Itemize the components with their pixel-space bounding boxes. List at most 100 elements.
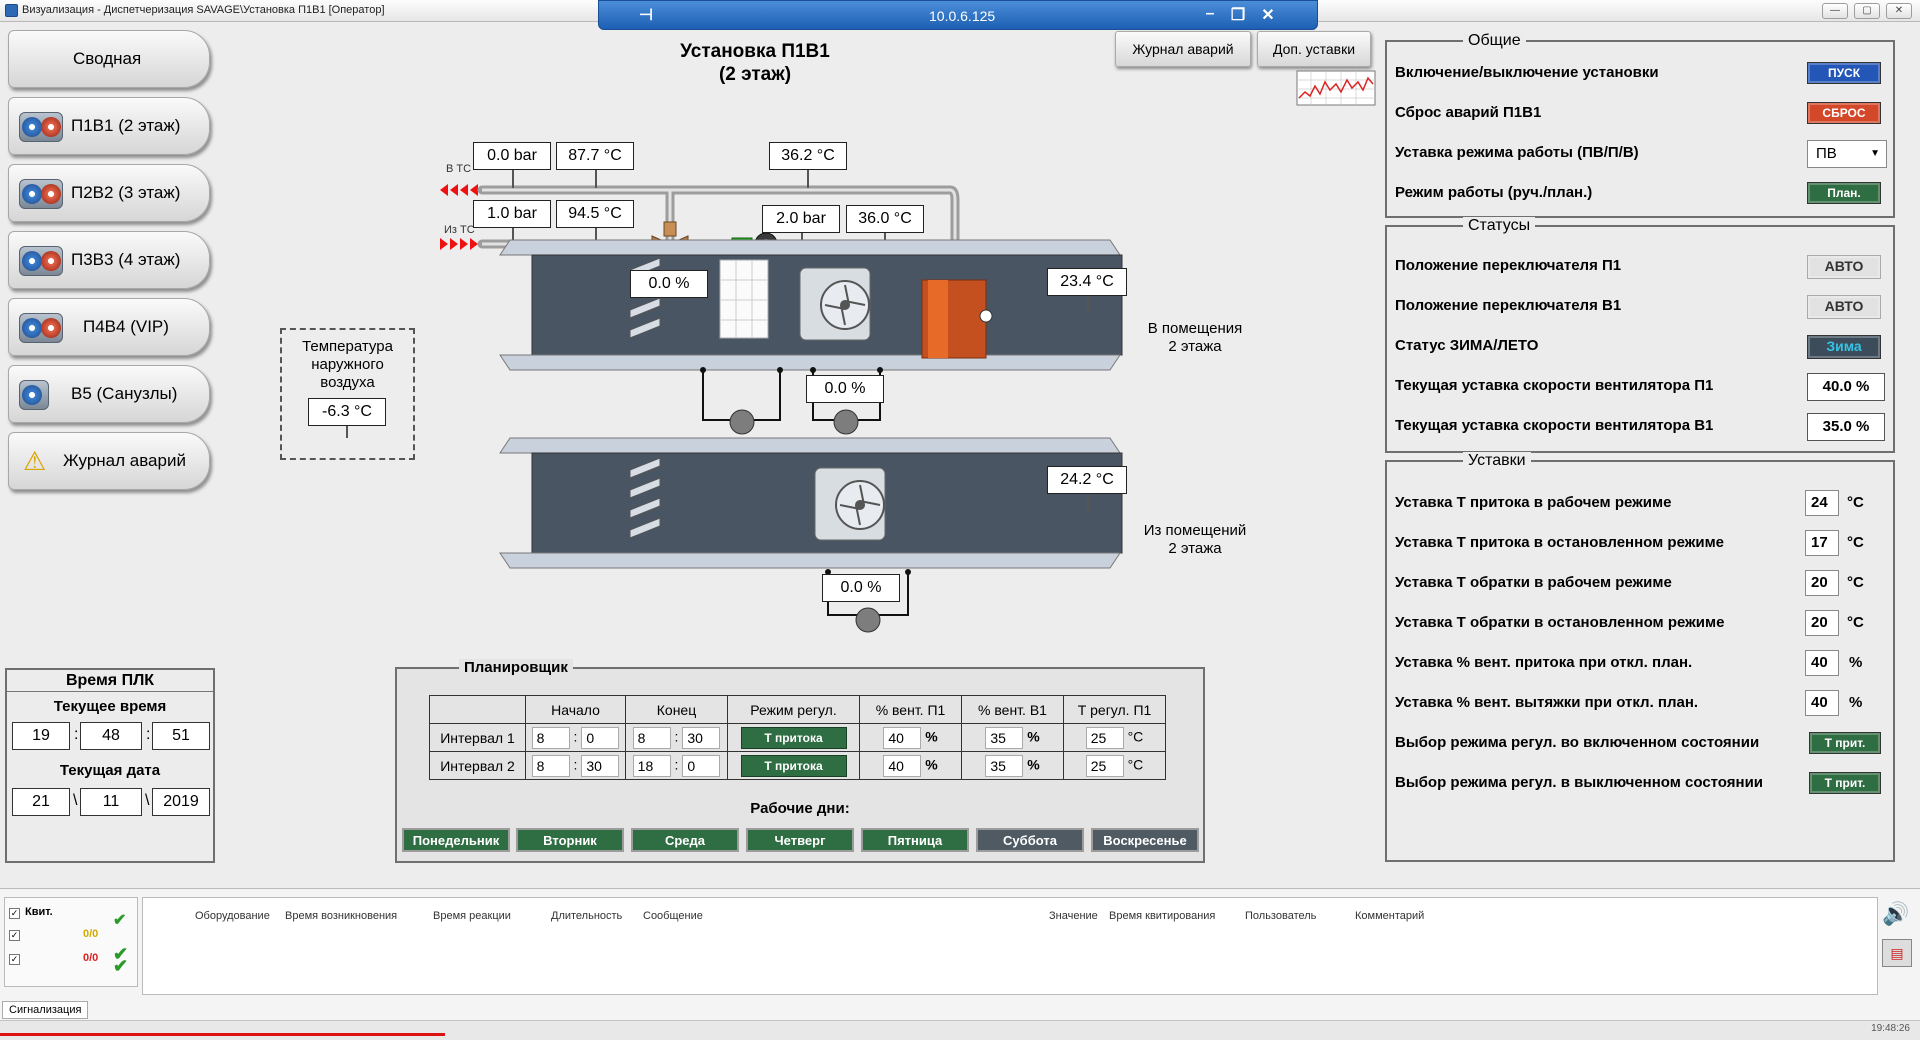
fan-p1-speed-value: 40.0 %: [1807, 373, 1885, 401]
unit-label: %: [1027, 756, 1040, 773]
temp-p1-input[interactable]: 25: [1085, 726, 1124, 749]
extra-settings-button[interactable]: Доп. уставки: [1257, 31, 1371, 67]
end-minute-input[interactable]: 30: [682, 726, 721, 749]
column-header: Значение: [1049, 910, 1098, 922]
outdoor-temp-label: Температура наружного воздуха: [302, 338, 393, 391]
exhaust-fan-speed-value: 0.0 %: [822, 574, 900, 602]
setpoint-row-label: Выбор режима регул. в выключенном состоя…: [1395, 774, 1764, 791]
statuses-title: Статусы: [1463, 217, 1536, 235]
nav-p2v2[interactable]: П2В2 (3 этаж): [8, 164, 210, 222]
return-temp-value: 94.5 °C: [556, 200, 634, 228]
nav-p4v4[interactable]: П4В4 (VIP): [8, 298, 210, 356]
setpoint-unit: %: [1849, 654, 1863, 671]
end-hour-input[interactable]: 8: [632, 726, 671, 749]
rdp-close-button[interactable]: ✕: [1257, 5, 1279, 25]
setpoint-input[interactable]: 40: [1805, 690, 1839, 716]
start-hour-input[interactable]: 8: [531, 726, 570, 749]
current-time-label: Текущее время: [53, 698, 167, 715]
rdp-restore-button[interactable]: ❐: [1227, 5, 1249, 25]
setpoint-input[interactable]: 17: [1805, 530, 1839, 556]
setpoints-panel: Уставки Уставка Т притока в рабочем режи…: [1385, 452, 1895, 862]
pump-temp-value: 36.0 °C: [846, 205, 924, 233]
ack-check-icon[interactable]: ✔: [113, 910, 135, 930]
sound-icon[interactable]: 🔊: [1882, 901, 1912, 929]
fan-v1-input[interactable]: 35: [985, 754, 1024, 777]
day-button-thursday[interactable]: Четверг: [746, 828, 854, 852]
setpoint-input[interactable]: 24: [1805, 490, 1839, 516]
close-button[interactable]: ✕: [1886, 3, 1912, 19]
column-header: Сообщение: [643, 910, 703, 922]
supply-fan-speed-value: 0.0 %: [806, 375, 884, 403]
fan-icon: [19, 380, 49, 410]
nav-alarm-log[interactable]: ⚠ Журнал аварий: [8, 432, 210, 490]
nav-p1v1[interactable]: П1В1 (2 этаж): [8, 97, 210, 155]
outdoor-temp-value: -6.3 °C: [308, 398, 386, 426]
setpoint-input[interactable]: 40: [1805, 650, 1839, 676]
general-title: Общие: [1463, 32, 1526, 50]
alarm-count-unacked: 0/0: [83, 952, 99, 964]
setpoints-title: Уставки: [1463, 452, 1531, 470]
end-minute-input[interactable]: 0: [682, 754, 721, 777]
end-hour-input[interactable]: 18: [632, 754, 671, 777]
day-button-tuesday[interactable]: Вторник: [516, 828, 624, 852]
column-header: Т регул. П1: [1063, 695, 1166, 724]
mode-select-value: ПВ: [1816, 145, 1837, 162]
nav-v5[interactable]: В5 (Санузлы): [8, 365, 210, 423]
setpoint-input[interactable]: 20: [1805, 570, 1839, 596]
start-minute-input[interactable]: 30: [581, 754, 620, 777]
pin-icon[interactable]: ⊣: [635, 5, 657, 25]
ack-all-icon[interactable]: ✔ ✔: [113, 945, 135, 975]
year-field: 2019: [152, 788, 210, 816]
rdp-minimize-button[interactable]: –: [1199, 5, 1221, 23]
plan-mode-button[interactable]: План.: [1807, 182, 1881, 204]
fan-v1-input[interactable]: 35: [985, 726, 1024, 749]
day-button-sunday[interactable]: Воскресенье: [1091, 828, 1199, 852]
unit-label: %: [925, 728, 938, 745]
tab-alarms[interactable]: Сигнализация: [2, 1001, 89, 1019]
setpoint-input[interactable]: 20: [1805, 610, 1839, 636]
start-minute-input[interactable]: 0: [581, 726, 620, 749]
fan-p1-input[interactable]: 40: [883, 754, 922, 777]
maximize-button[interactable]: ▢: [1854, 3, 1880, 19]
day-button-wednesday[interactable]: Среда: [631, 828, 739, 852]
status-row-label: Положение переключателя В1: [1395, 297, 1622, 314]
filter-checkbox[interactable]: ✓: [9, 930, 20, 941]
day-button-monday[interactable]: Понедельник: [402, 828, 510, 852]
supply-pressure-value: 0.0 bar: [473, 142, 551, 170]
setpoint-row-label: Уставка Т обратки в остановленном режиме: [1395, 614, 1725, 631]
reg-mode-on-button[interactable]: Т прит.: [1809, 732, 1881, 754]
start-button[interactable]: ПУСК: [1807, 62, 1881, 84]
trend-chart-icon[interactable]: [1296, 70, 1376, 106]
mode-select[interactable]: ПВ ▼: [1807, 140, 1887, 168]
setpoint-unit: °C: [1847, 534, 1864, 551]
reg-mode-off-button[interactable]: Т прит.: [1809, 772, 1881, 794]
pump-pressure-value: 2.0 bar: [762, 205, 840, 233]
chevron-down-icon: ▼: [1870, 148, 1880, 159]
unit-title-line2: (2 этаж): [718, 64, 792, 85]
alarm-log-button[interactable]: Журнал аварий: [1115, 31, 1251, 67]
day-button-friday[interactable]: Пятница: [861, 828, 969, 852]
reset-button[interactable]: СБРОС: [1807, 102, 1881, 124]
start-hour-input[interactable]: 8: [531, 754, 570, 777]
fan-pair-icon: [19, 246, 63, 276]
setpoint-row-label: Уставка Т притока в остановленном режиме: [1395, 534, 1725, 551]
nav-summary[interactable]: Сводная: [8, 30, 210, 88]
fan-p1-input[interactable]: 40: [883, 726, 922, 749]
reg-mode-button[interactable]: Т притока: [740, 726, 847, 749]
print-icon[interactable]: ▤: [1882, 939, 1912, 967]
temp-p1-input[interactable]: 25: [1085, 754, 1124, 777]
setpoint-unit: °C: [1847, 494, 1864, 511]
ack-label: Квит.: [25, 906, 53, 918]
nav-p3v3[interactable]: П3В3 (4 этаж): [8, 231, 210, 289]
column-header: Пользователь: [1245, 910, 1317, 922]
reg-mode-button[interactable]: Т притока: [740, 754, 847, 777]
alarm-table: Оборудование Время возникновения Время р…: [142, 897, 1878, 995]
warning-icon: ⚠: [23, 446, 47, 476]
supply-duct: [499, 239, 1123, 371]
day-button-saturday[interactable]: Суббота: [976, 828, 1084, 852]
general-row-label: Сброс аварий П1В1: [1395, 104, 1542, 121]
alarm-list-area: ✓ Квит. ✓ 0/0 ✓ 0/0 ✔ ✔ ✔ Оборудование Вр…: [0, 888, 1920, 1020]
minimize-button[interactable]: —: [1822, 3, 1848, 19]
filter-checkbox[interactable]: ✓: [9, 954, 20, 965]
ack-checkbox[interactable]: ✓: [9, 908, 20, 919]
